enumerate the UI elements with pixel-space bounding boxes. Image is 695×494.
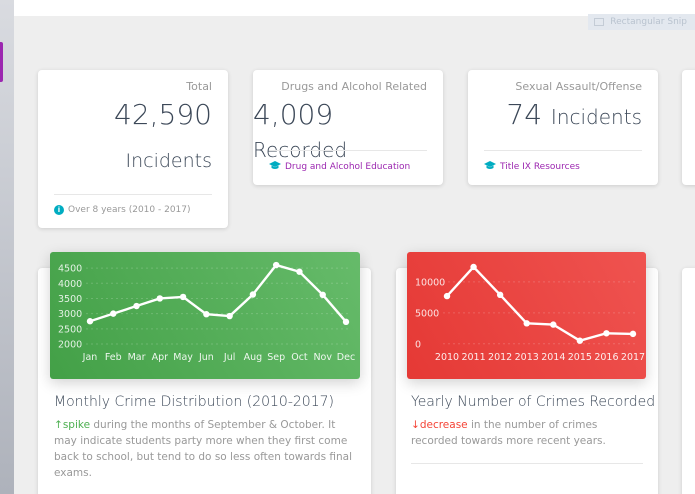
data-point (319, 291, 326, 298)
y-tick-label: 3500 (58, 294, 82, 305)
assault-value-row: 74 Incidents (506, 98, 642, 131)
x-tick-label: May (173, 352, 193, 363)
yearly-chart-title: Yearly Number of Crimes Recorded (411, 394, 656, 410)
snip-icon (594, 18, 605, 26)
total-value: 42,590 (114, 98, 212, 131)
assault-value: 74 (506, 98, 543, 131)
total-incidents-card: Total 42,590 Incidents i Over 8 years (2… (38, 70, 228, 228)
x-tick-label: 2014 (541, 352, 565, 363)
y-tick-label: 5000 (415, 308, 439, 319)
x-tick-label: Oct (291, 352, 308, 363)
x-tick-label: Sep (267, 352, 285, 363)
total-footer-text: Over 8 years (2010 - 2017) (68, 205, 191, 215)
assault-label: Sexual Assault/Offense (515, 80, 642, 93)
yearly-chart-header: 0 5000 10000 2010 2011 2012 2013 2014 2015 2016 20… (407, 252, 646, 379)
x-tick-label: Feb (105, 352, 122, 363)
data-point (272, 261, 280, 269)
arrow-up-icon: ↑ (54, 419, 63, 431)
data-point (576, 337, 584, 344)
drug-education-label: Drug and Alcohol Education (285, 162, 411, 172)
assault-unit: Incidents (550, 105, 642, 129)
data-point (86, 318, 94, 325)
partial-chart-card (682, 268, 695, 494)
y-tick-label: 10000 (415, 277, 445, 288)
snip-label: Rectangular Snip (610, 17, 687, 27)
partial-stat-card (682, 70, 695, 185)
data-point (110, 310, 117, 317)
x-tick-label: Nov (313, 352, 332, 363)
x-tick-label: 2010 (435, 352, 459, 363)
yearly-desc-highlight: decrease (419, 419, 468, 431)
x-tick-label: Aug (244, 352, 263, 363)
x-tick-label: 2011 (461, 352, 485, 363)
x-tick-label: 2015 (568, 352, 592, 363)
drugs-alcohol-card: Drugs and Alcohol Related 4,009 Recorded… (253, 70, 443, 185)
y-tick-label: 2000 (58, 340, 82, 351)
data-point (226, 312, 233, 320)
x-tick-label: Mar (128, 352, 146, 363)
data-point (156, 295, 164, 302)
yearly-chart-description: ↓decrease in the number of crimes record… (411, 417, 641, 449)
y-tick-label: 4000 (58, 279, 82, 290)
data-point (470, 263, 477, 271)
x-tick-label: Jul (223, 352, 235, 363)
data-point (550, 321, 557, 328)
drug-education-link[interactable]: Drug and Alcohol Education (269, 150, 427, 173)
drugs-label: Drugs and Alcohol Related (281, 80, 427, 93)
yearly-card-divider (411, 463, 643, 464)
monthly-desc-highlight: spike (62, 419, 91, 431)
data-point (133, 302, 140, 310)
graduation-cap-icon (269, 161, 281, 173)
x-tick-label: Jan (82, 352, 98, 363)
data-point (629, 330, 637, 338)
data-point (523, 320, 530, 327)
x-tick-label: Dec (337, 352, 355, 363)
graduation-cap-icon (484, 161, 496, 173)
total-footer: i Over 8 years (2010 - 2017) (54, 194, 212, 215)
x-tick-label: 2017 (621, 352, 645, 363)
data-point (203, 311, 210, 318)
x-tick-label: Apr (152, 352, 169, 363)
y-tick-label: 0 (415, 339, 421, 350)
x-tick-label: Jun (198, 352, 214, 363)
total-unit: Incidents (125, 150, 212, 172)
x-tick-label: 2012 (488, 352, 512, 363)
x-tick-label: 2013 (515, 352, 539, 363)
data-point (249, 291, 257, 298)
data-point (179, 293, 187, 301)
monthly-crime-chart: 2000 2500 3000 3500 4000 4500 Jan Feb Mar Apr May J… (58, 261, 355, 363)
arrow-down-icon: ↓ (411, 419, 420, 431)
title-ix-label: Title IX Resources (500, 162, 580, 172)
sexual-assault-card: Sexual Assault/Offense 74 Incidents Titl… (468, 70, 658, 185)
info-icon: i (54, 205, 64, 215)
y-tick-label: 3000 (58, 309, 82, 320)
data-point (603, 330, 610, 337)
rectangular-snip-button[interactable]: Rectangular Snip (588, 14, 695, 30)
drugs-value: 4,009 (253, 98, 334, 131)
data-point (496, 291, 504, 299)
sidebar (0, 0, 14, 494)
monthly-chart-title: Monthly Crime Distribution (2010-2017) (54, 394, 334, 410)
series-line (446, 265, 634, 342)
sidebar-active-indicator[interactable] (0, 42, 3, 82)
y-tick-label: 4500 (58, 264, 82, 275)
monthly-chart-header: 2000 2500 3000 3500 4000 4500 Jan Feb Mar Apr May J… (50, 252, 360, 379)
y-tick-label: 2500 (58, 324, 82, 335)
total-label: Total (186, 80, 212, 93)
data-point (443, 292, 451, 300)
monthly-desc-text: during the months of September & October… (54, 419, 353, 479)
data-point (342, 318, 350, 326)
yearly-crime-chart: 0 5000 10000 2010 2011 2012 2013 2014 2015 2016 20… (415, 263, 645, 363)
monthly-chart-description: ↑spike during the months of September & … (54, 417, 354, 481)
title-ix-link[interactable]: Title IX Resources (484, 150, 642, 173)
x-tick-label: 2016 (594, 352, 618, 363)
data-point (296, 268, 303, 275)
